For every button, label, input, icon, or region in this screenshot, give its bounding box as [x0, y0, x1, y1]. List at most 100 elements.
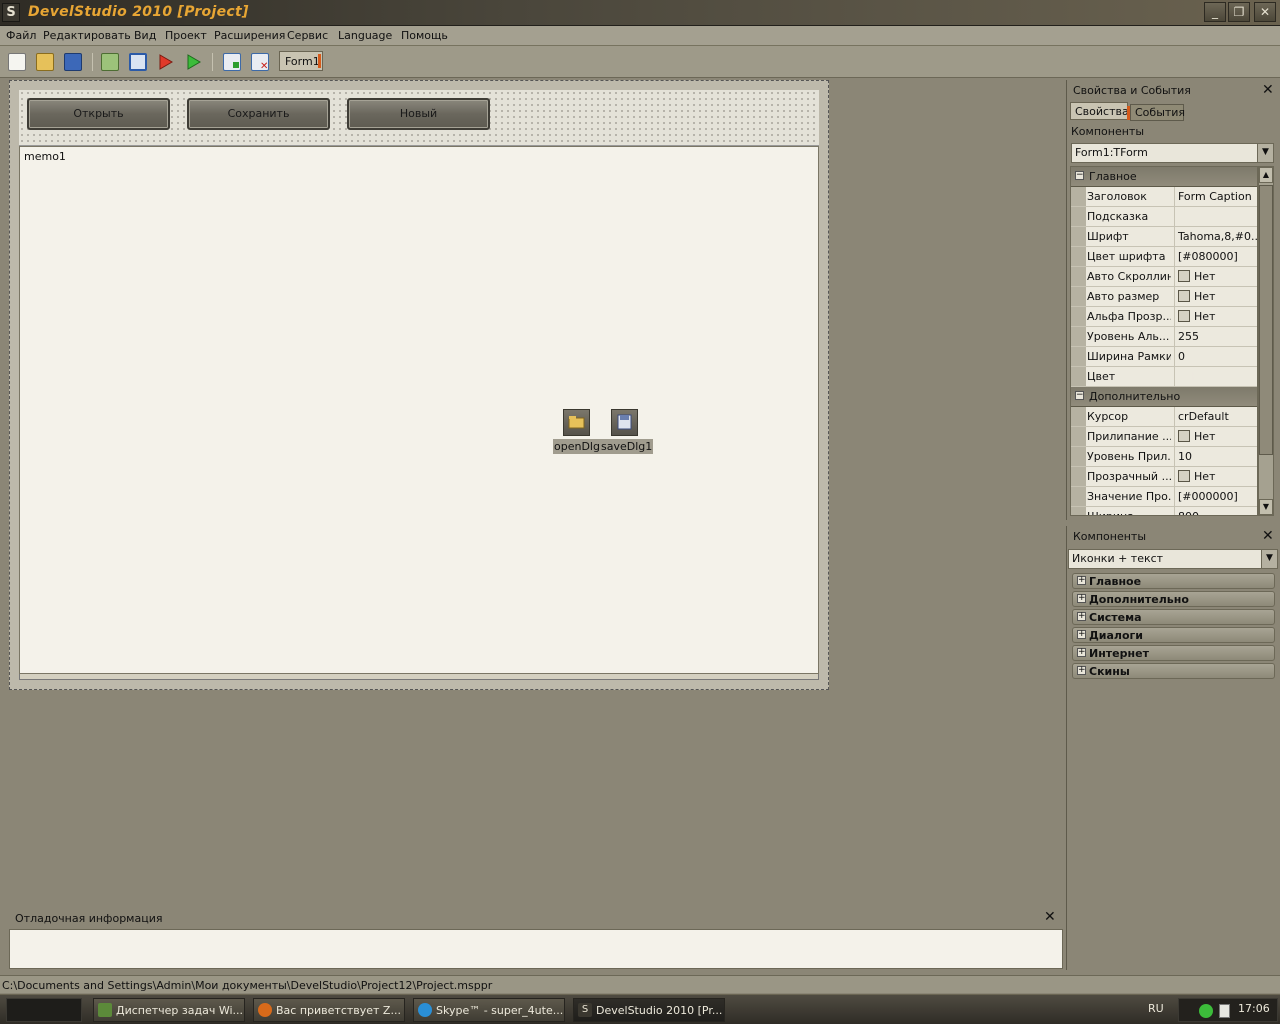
tray-device-icon[interactable]: [1219, 1004, 1230, 1018]
property-value[interactable]: [#080000]: [1174, 247, 1257, 266]
component-group-main[interactable]: + Главное: [1072, 573, 1275, 589]
memo-field[interactable]: memo1: [19, 146, 819, 674]
tab-events[interactable]: События: [1127, 104, 1185, 121]
property-value[interactable]: Нет: [1174, 307, 1257, 326]
property-row[interactable]: Уровень Прил... 10: [1071, 447, 1257, 467]
property-row[interactable]: Цвет шрифта [#080000]: [1071, 247, 1257, 267]
property-value[interactable]: crDefault: [1174, 407, 1257, 426]
start-button[interactable]: [6, 998, 82, 1022]
property-value[interactable]: Tahoma,8,#0...: [1174, 227, 1257, 246]
new-button[interactable]: Новый: [347, 98, 490, 130]
scroll-up-icon[interactable]: ▲: [1259, 167, 1273, 183]
property-grid[interactable]: − Главное Заголовок Form Caption Подсказка Шр…: [1070, 166, 1258, 516]
collapse-icon[interactable]: −: [1075, 391, 1084, 400]
view-mode-select[interactable]: Иконки + текст ▼: [1068, 549, 1278, 569]
property-category[interactable]: − Дополнительно: [1071, 387, 1257, 407]
property-category[interactable]: − Главное: [1071, 167, 1257, 187]
components-close-icon[interactable]: ✕: [1262, 528, 1274, 544]
edit-icon[interactable]: [101, 53, 119, 71]
property-value[interactable]: 255: [1174, 327, 1257, 346]
property-row[interactable]: Заголовок Form Caption: [1071, 187, 1257, 207]
save-dialog-label[interactable]: saveDlg1: [600, 439, 654, 454]
floppy-icon[interactable]: [611, 409, 638, 436]
clock[interactable]: 17:06: [1238, 1002, 1270, 1015]
property-value[interactable]: 0: [1174, 347, 1257, 366]
property-value[interactable]: 10: [1174, 447, 1257, 466]
chevron-down-icon[interactable]: ▼: [1261, 550, 1277, 568]
property-row[interactable]: Прилипание ... Нет: [1071, 427, 1257, 447]
app-icon[interactable]: S: [2, 3, 20, 22]
property-row[interactable]: Прозрачный ... Нет: [1071, 467, 1257, 487]
delete-form-icon[interactable]: ✕: [251, 53, 269, 72]
folder-icon[interactable]: [563, 409, 590, 436]
property-checkbox[interactable]: [1178, 470, 1190, 482]
component-select[interactable]: Form1:TForm ▼: [1071, 143, 1274, 163]
property-checkbox[interactable]: [1178, 270, 1190, 282]
menu-edit[interactable]: Редактировать: [43, 29, 131, 42]
menu-language[interactable]: Language: [338, 29, 392, 42]
property-row[interactable]: Ширина Рамки 0: [1071, 347, 1257, 367]
run-red-icon[interactable]: [156, 53, 174, 71]
property-value[interactable]: Form Caption: [1174, 187, 1257, 206]
property-scrollbar[interactable]: ▲ ▼: [1258, 166, 1274, 516]
taskbar-item-skype[interactable]: Skype™ - super_4ute...: [413, 998, 565, 1022]
property-checkbox[interactable]: [1178, 290, 1190, 302]
property-row[interactable]: Альфа Прозр... Нет: [1071, 307, 1257, 327]
taskbar-item-task-manager[interactable]: Диспетчер задач Wi...: [93, 998, 245, 1022]
property-value[interactable]: Нет: [1174, 287, 1257, 306]
property-row[interactable]: Значение Про... [#000000]: [1071, 487, 1257, 507]
property-row[interactable]: Ширина 800: [1071, 507, 1257, 515]
close-button[interactable]: ✕: [1254, 2, 1276, 22]
debug-output[interactable]: [9, 929, 1063, 969]
property-checkbox[interactable]: [1178, 310, 1190, 322]
tray-app-icon[interactable]: [1199, 1004, 1213, 1018]
component-group-skins[interactable]: + Скины: [1072, 663, 1275, 679]
property-value[interactable]: 800: [1174, 507, 1257, 515]
property-row[interactable]: Цвет [#F0F0F0]: [1071, 367, 1257, 387]
menu-service[interactable]: Сервис: [287, 29, 328, 42]
component-group-dialogs[interactable]: + Диалоги: [1072, 627, 1275, 643]
new-file-icon[interactable]: [8, 53, 26, 71]
language-indicator[interactable]: RU: [1148, 1002, 1164, 1015]
tab-properties[interactable]: Свойства: [1070, 102, 1129, 120]
run-green-icon[interactable]: [184, 53, 202, 71]
scroll-down-icon[interactable]: ▼: [1259, 499, 1273, 515]
property-row[interactable]: Авто размер Нет: [1071, 287, 1257, 307]
properties-close-icon[interactable]: ✕: [1262, 82, 1274, 98]
property-row[interactable]: Курсор crDefault: [1071, 407, 1257, 427]
property-value[interactable]: Нет: [1174, 467, 1257, 486]
menu-file[interactable]: Файл: [6, 29, 36, 42]
stop-icon[interactable]: [129, 53, 147, 71]
maximize-button[interactable]: ❐: [1228, 2, 1250, 22]
collapse-icon[interactable]: −: [1075, 171, 1084, 180]
add-form-icon[interactable]: [223, 53, 241, 71]
property-row[interactable]: Подсказка: [1071, 207, 1257, 227]
save-button[interactable]: Сохранить: [187, 98, 330, 130]
chevron-down-icon[interactable]: ▼: [1257, 144, 1273, 162]
property-value[interactable]: [#000000]: [1174, 487, 1257, 506]
property-value[interactable]: [1174, 207, 1257, 226]
property-row[interactable]: Шрифт Tahoma,8,#0...: [1071, 227, 1257, 247]
open-folder-icon[interactable]: [36, 53, 54, 71]
minimize-button[interactable]: _: [1204, 2, 1226, 22]
debug-close-icon[interactable]: ✕: [1044, 909, 1056, 925]
component-group-additional[interactable]: + Дополнительно: [1072, 591, 1275, 607]
save-icon[interactable]: [64, 53, 82, 71]
property-checkbox[interactable]: [1178, 430, 1190, 442]
open-button[interactable]: Открыть: [27, 98, 170, 130]
menu-help[interactable]: Помощь: [401, 29, 448, 42]
property-value[interactable]: Нет: [1174, 427, 1257, 446]
menu-extensions[interactable]: Расширения: [214, 29, 285, 42]
property-row[interactable]: Авто Скроллинг Нет: [1071, 267, 1257, 287]
taskbar-item-firefox[interactable]: Вас приветствует Z...: [253, 998, 405, 1022]
taskbar-item-develstudio[interactable]: S DevelStudio 2010 [Pr...: [573, 998, 725, 1022]
scroll-thumb[interactable]: [1259, 185, 1273, 455]
menu-view[interactable]: Вид: [134, 29, 156, 42]
component-group-system[interactable]: + Система: [1072, 609, 1275, 625]
property-row[interactable]: Уровень Аль... 255: [1071, 327, 1257, 347]
tab-form1[interactable]: Form1: [279, 51, 323, 71]
property-value[interactable]: [#F0F0F0]: [1174, 367, 1257, 386]
property-value[interactable]: Нет: [1174, 267, 1257, 286]
component-group-internet[interactable]: + Интернет: [1072, 645, 1275, 661]
menu-project[interactable]: Проект: [165, 29, 207, 42]
